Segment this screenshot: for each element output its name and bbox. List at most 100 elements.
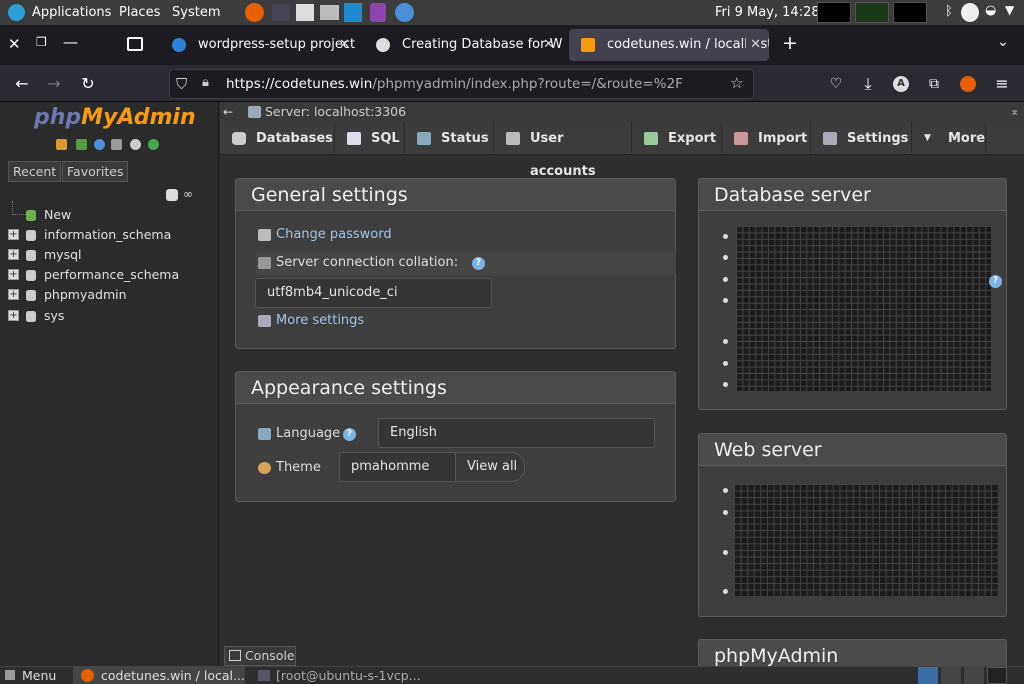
- recent-tables-button[interactable]: Recent: [8, 161, 62, 182]
- more-settings-link[interactable]: More settings: [276, 309, 364, 333]
- docs-icon[interactable]: [111, 139, 122, 150]
- view-all-themes-button[interactable]: View all: [455, 452, 525, 482]
- menu-more[interactable]: ▼ More: [912, 122, 986, 155]
- logout-icon[interactable]: [76, 139, 87, 150]
- menu-status[interactable]: Status: [405, 122, 494, 155]
- back-arrow-icon[interactable]: ←: [10, 72, 34, 96]
- android-studio-launcher-icon[interactable]: [395, 3, 414, 22]
- forward-arrow-icon[interactable]: →: [42, 72, 66, 96]
- more-settings-row[interactable]: More settings: [256, 309, 676, 333]
- workspace-1[interactable]: [918, 667, 938, 684]
- url-bar[interactable]: ⛉ 🔒︎ https://codetunes.win/phpmyadmin/in…: [169, 69, 754, 99]
- tab-close-icon[interactable]: ✕: [746, 29, 761, 61]
- expand-plus-icon[interactable]: +: [8, 310, 19, 321]
- downloads-icon[interactable]: ⤓: [856, 72, 880, 96]
- terminal-launcher-icon[interactable]: [272, 4, 290, 21]
- database-name[interactable]: sys: [44, 308, 64, 323]
- home-icon[interactable]: [56, 139, 67, 150]
- theme-select[interactable]: pmahomme: [339, 452, 457, 482]
- scroll-top-icon[interactable]: ⌅: [1010, 102, 1019, 122]
- restore-window-icon[interactable]: ❐: [36, 35, 47, 49]
- server-breadcrumb[interactable]: Server: localhost:3306: [265, 102, 406, 122]
- expand-plus-icon[interactable]: +: [8, 229, 19, 240]
- pocket-icon[interactable]: ♡: [824, 72, 848, 96]
- menu-import[interactable]: Import: [722, 122, 811, 155]
- reload-icon[interactable]: ↻: [76, 72, 100, 96]
- wifi-icon[interactable]: ◒: [985, 3, 996, 18]
- url-text[interactable]: https://codetunes.win/phpmyadmin/index.p…: [226, 76, 683, 92]
- menu-databases[interactable]: Databases: [220, 122, 335, 155]
- firefox-launcher-icon[interactable]: [245, 3, 264, 22]
- tab-close-icon[interactable]: ✕: [543, 29, 554, 61]
- menu-sql[interactable]: SQL: [335, 122, 405, 155]
- database-item[interactable]: + phpmyadmin: [8, 285, 127, 305]
- workspace-2[interactable]: [941, 667, 961, 684]
- collation-help-icon[interactable]: ?: [472, 257, 485, 270]
- tab-overview-icon[interactable]: [127, 37, 143, 51]
- collapse-all-icon[interactable]: [166, 189, 178, 201]
- change-password-row[interactable]: Change password: [256, 223, 676, 247]
- server-help-icon[interactable]: ?: [989, 275, 1002, 288]
- workspace-4[interactable]: [987, 667, 1007, 684]
- language-select[interactable]: English: [378, 418, 655, 448]
- settings-gear-icon[interactable]: [130, 139, 141, 150]
- reload-navigation-icon[interactable]: [148, 139, 159, 150]
- editor-launcher-icon[interactable]: [296, 4, 314, 21]
- account-avatar-icon[interactable]: A: [893, 76, 909, 92]
- list-tabs-chevron-down-icon[interactable]: ⌄: [997, 34, 1009, 50]
- language-help-icon[interactable]: ?: [343, 428, 356, 441]
- lock-icon[interactable]: 🔒︎: [202, 75, 209, 90]
- database-item[interactable]: + mysql: [8, 245, 82, 265]
- close-window-icon[interactable]: ✕: [8, 35, 21, 53]
- menu-icon[interactable]: [5, 670, 15, 680]
- apps-logo-icon[interactable]: [8, 4, 25, 21]
- new-tab-icon[interactable]: +: [782, 32, 798, 54]
- files-launcher-icon[interactable]: [320, 5, 339, 20]
- expand-plus-icon[interactable]: +: [8, 249, 19, 260]
- database-item[interactable]: + performance_schema: [8, 265, 179, 285]
- tab-codetunes-localhost[interactable]: codetunes.win / localhost ✕: [569, 29, 769, 61]
- database-item[interactable]: + information_schema: [8, 225, 171, 245]
- places-menu[interactable]: Places: [119, 5, 160, 20]
- menu-settings[interactable]: Settings: [811, 122, 912, 155]
- database-name[interactable]: performance_schema: [44, 267, 179, 282]
- tab-close-icon[interactable]: ✕: [339, 29, 350, 61]
- clock[interactable]: Fri 9 May, 14:28: [715, 5, 820, 20]
- shield-icon[interactable]: ⛉: [176, 75, 187, 93]
- taskbar-window-terminal[interactable]: [root@ubuntu-s-1vcp...: [252, 667, 424, 684]
- system-menu[interactable]: System: [172, 5, 220, 20]
- collapse-sidebar-arrow-icon[interactable]: ←: [223, 102, 233, 122]
- link-with-main-panel-icon[interactable]: ∞: [183, 187, 193, 201]
- bluetooth-icon[interactable]: ᛒ: [945, 4, 953, 19]
- expand-plus-icon[interactable]: +: [8, 269, 19, 280]
- minimize-window-icon[interactable]: —: [63, 33, 78, 51]
- extensions-puzzle-icon[interactable]: ⧉: [922, 72, 946, 96]
- vscode-launcher-icon[interactable]: [344, 3, 362, 22]
- app-launcher-icon[interactable]: [370, 3, 386, 22]
- expand-plus-icon[interactable]: +: [8, 289, 19, 300]
- database-name[interactable]: mysql: [44, 247, 82, 262]
- tab-creating-database[interactable]: Creating Database for Wo ✕: [364, 29, 562, 61]
- workspace-3[interactable]: [964, 667, 984, 684]
- new-database-item[interactable]: New: [8, 201, 71, 225]
- query-window-icon[interactable]: [94, 139, 105, 150]
- extension-icon[interactable]: [960, 76, 976, 92]
- collation-select[interactable]: utf8mb4_unicode_ci: [255, 278, 492, 308]
- accessibility-icon[interactable]: [961, 3, 979, 22]
- hamburger-menu-icon[interactable]: ≡: [990, 72, 1014, 96]
- database-name[interactable]: information_schema: [44, 227, 171, 242]
- change-password-link[interactable]: Change password: [276, 223, 392, 247]
- tab-wordpress-setup[interactable]: wordpress-setup project ✕: [160, 29, 358, 61]
- power-icon[interactable]: ▼: [1005, 3, 1014, 17]
- console-toggle[interactable]: Console: [224, 646, 296, 666]
- start-menu-button[interactable]: Menu: [22, 668, 56, 683]
- menu-export[interactable]: Export: [632, 122, 722, 155]
- applications-menu[interactable]: Applications: [32, 5, 111, 20]
- taskbar-window-firefox[interactable]: codetunes.win / local...: [73, 667, 245, 684]
- database-name[interactable]: phpmyadmin: [44, 287, 127, 302]
- database-item[interactable]: + sys: [8, 306, 64, 326]
- menu-user-accounts[interactable]: User accounts: [494, 122, 632, 179]
- phpmyadmin-logo[interactable]: phpMyAdmin: [34, 105, 196, 130]
- bookmark-star-icon[interactable]: ☆: [730, 74, 743, 92]
- favorite-tables-button[interactable]: Favorites: [62, 161, 129, 182]
